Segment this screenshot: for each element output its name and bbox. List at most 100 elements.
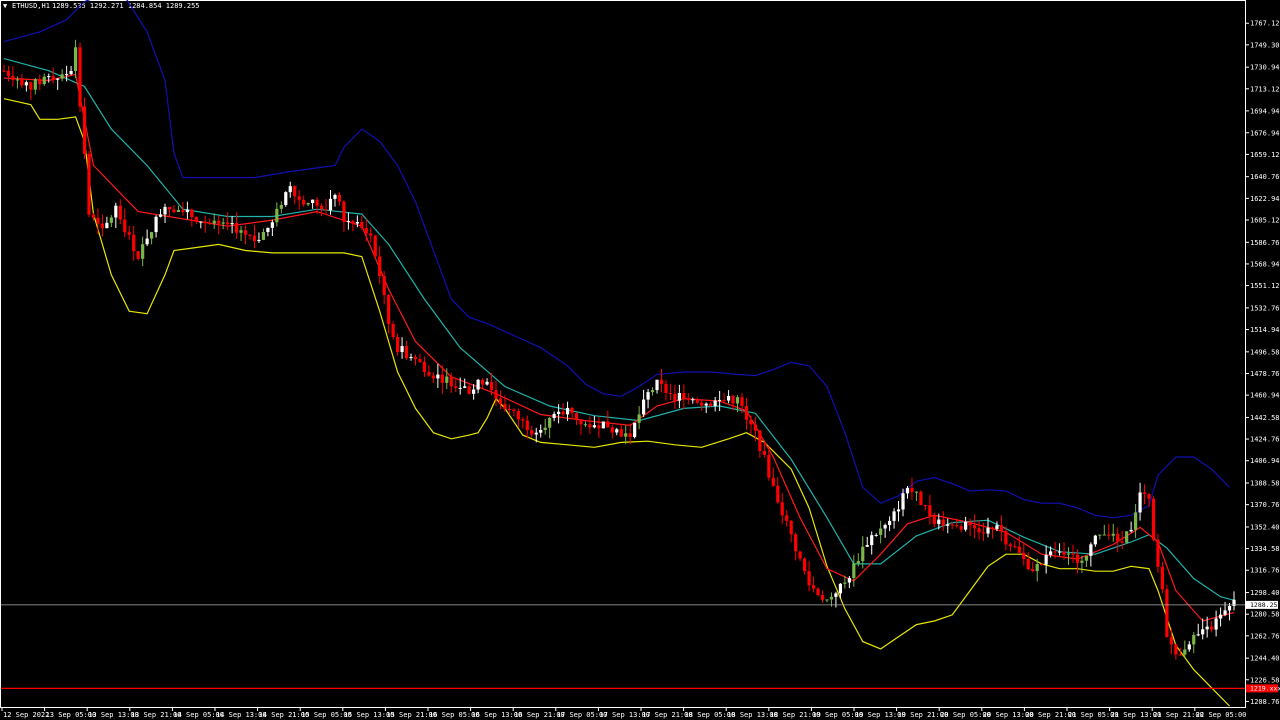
y-tick-label: 1532.760 [1250,304,1280,312]
candle-body [467,386,471,394]
candle-body [1218,614,1223,619]
candle-body [883,524,887,529]
candle-body [387,294,391,324]
candle-body [892,511,896,521]
candle-body [852,563,856,579]
x-axis: 12 Sep 202213 Sep 05:0013 Sep 13:0013 Se… [1,707,1246,719]
candle-body [990,527,995,529]
candle-body [226,222,230,225]
candle-body [1116,533,1120,542]
candle-body [946,524,950,526]
candle-body [686,398,690,400]
y-tick-label: 1406.940 [1250,457,1280,465]
candle-body [829,596,834,600]
candle-body [199,221,203,223]
candle-body [919,491,923,506]
candle-body [870,535,874,546]
candle-body [888,520,892,525]
candle-body [288,186,292,193]
y-tick-label: 1478.760 [1250,370,1280,378]
candle-body [29,82,33,90]
candle-body [60,74,64,79]
candle-body [896,509,901,512]
candle-body [767,454,771,478]
candle-body [382,275,386,295]
candle-body [1151,498,1156,540]
y-tick-label: 1514.940 [1250,326,1280,334]
candle [373,234,377,259]
y-tick-label: 1208.760 [1250,698,1280,706]
candle-body [780,502,784,516]
candle-body [132,234,136,252]
candle-body [257,239,261,242]
y-tick-label: 1280.580 [1250,611,1280,619]
chart-header: ▼ ETHUSD,H1 1289.535 1292.271 1284.854 1… [3,2,200,10]
candle-body [409,356,413,359]
candle-body [176,210,181,213]
candle-body [1066,553,1071,555]
y-tick-label: 1244.400 [1250,655,1280,663]
candle-body [422,361,427,372]
candle-body [208,222,212,224]
candle-body [583,424,588,426]
candle-body [337,195,342,202]
candle-body [418,359,422,362]
candle-body [503,404,507,410]
candle-body [923,505,927,507]
candle-body [762,450,766,455]
candle-body [1013,546,1017,548]
candle-body [261,232,266,240]
candle-body [328,198,333,211]
candle-body [1169,637,1173,645]
candle-body [718,400,722,402]
candle-body [203,221,207,223]
candle-body [874,534,878,536]
symbol-label: ETHUSD,H1 [12,2,50,10]
candle-body [972,525,977,529]
candle [82,97,87,159]
candle-body [1196,634,1200,636]
candle-body [650,390,655,393]
candle-body [512,409,516,411]
candle-body [480,379,485,385]
plot-area [0,0,1246,708]
candle-body [1205,626,1209,630]
candle-body [525,420,529,431]
ohlc-values: 1289.535 1292.271 1284.854 1289.255 [52,2,200,10]
candle-body [534,432,538,435]
candle-body [664,383,668,394]
candle-body [100,223,104,229]
candle-body [820,595,825,600]
candle-body [507,409,512,411]
candle-body [565,407,570,415]
candle-body [221,222,225,224]
candle-body [588,424,592,428]
candle-body [1156,539,1160,567]
candle-body [753,424,758,431]
candle-body [413,356,418,360]
candle-body [539,429,543,433]
y-tick-label: 1605.120 [1250,216,1280,224]
candle-body [668,393,673,395]
y-tick-label: 1298.400 [1250,589,1280,597]
candle-body [1075,554,1080,563]
candle-body [847,578,851,583]
candle-body [1183,649,1187,655]
candle [87,151,91,218]
candle-body [248,234,252,236]
y-tick-label: 1568.940 [1250,260,1280,268]
candle-body [1107,534,1111,536]
candle-body [369,233,373,236]
chart-window: ▼ ETHUSD,H1 1289.535 1292.271 1284.854 1… [0,0,1280,720]
candle-body [1071,553,1075,555]
candle-body [194,217,198,222]
candle-body [1057,551,1062,553]
candle-body [825,599,829,601]
candle-body [910,487,914,492]
candle-body [1187,644,1191,650]
candle-body [901,493,905,510]
candle-body [637,414,641,423]
candle-body [570,407,574,414]
candle-body [266,227,270,233]
y-tick-label: 1262.760 [1250,632,1280,640]
